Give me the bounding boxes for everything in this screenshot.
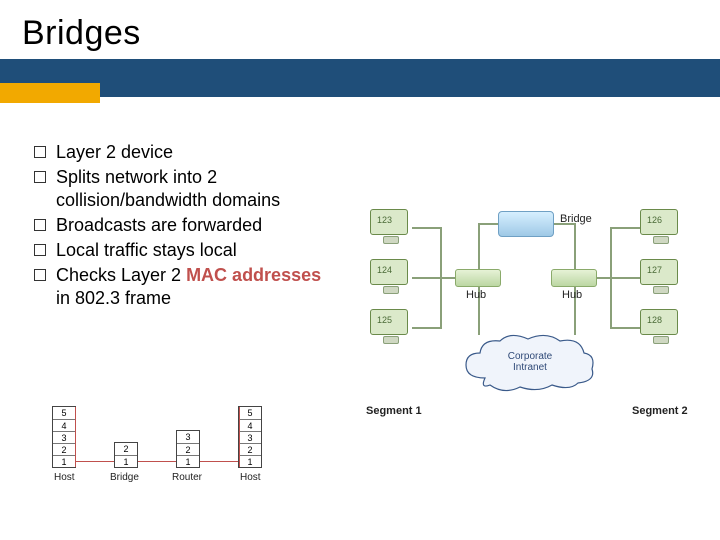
- bullet-broadcasts: Broadcasts are forwarded: [34, 214, 334, 237]
- cloud-label-line1: Corporate: [508, 351, 552, 362]
- osi-wire: [239, 407, 240, 467]
- wire: [610, 327, 640, 329]
- pc-127: 127: [640, 259, 682, 297]
- osi-layer-1: 1: [115, 455, 137, 467]
- pc-label: 128: [647, 315, 662, 325]
- wire: [412, 227, 442, 229]
- osi-layer-5: 5: [53, 407, 75, 419]
- wire: [412, 277, 442, 279]
- pc-128: 128: [640, 309, 682, 347]
- wire: [478, 223, 480, 271]
- osi-layer-5: 5: [239, 407, 261, 419]
- osi-label-host-right: Host: [240, 472, 261, 483]
- bridge-label: Bridge: [560, 213, 592, 225]
- osi-wire: [138, 461, 176, 462]
- bullet-mac-prefix: Checks Layer 2: [56, 265, 186, 285]
- title-divider: [0, 59, 720, 97]
- wire: [440, 277, 456, 279]
- bridge-device-icon: [498, 211, 554, 237]
- divider-yellow-accent: [0, 83, 100, 103]
- bullet-mac: Checks Layer 2 MAC addresses in 802.3 fr…: [34, 264, 334, 310]
- wire: [412, 327, 442, 329]
- segment-2-label: Segment 2: [632, 405, 688, 417]
- wire: [478, 223, 498, 225]
- osi-layer-2: 2: [53, 443, 75, 455]
- osi-layer-3: 3: [53, 431, 75, 443]
- pc-label: 125: [377, 315, 392, 325]
- osi-label-bridge: Bridge: [110, 472, 139, 483]
- cloud-label-line2: Intranet: [513, 362, 547, 373]
- osi-wire: [76, 461, 114, 462]
- osi-stack-router: 3 2 1: [176, 430, 200, 468]
- pc-label: 123: [377, 215, 392, 225]
- osi-wire: [75, 407, 76, 467]
- osi-layer-2: 2: [115, 443, 137, 455]
- osi-label-router: Router: [172, 472, 202, 483]
- osi-layer-3: 3: [239, 431, 261, 443]
- osi-layer-3: 3: [177, 431, 199, 443]
- bullet-local: Local traffic stays local: [34, 239, 334, 262]
- divider-blue-bar: [0, 59, 720, 97]
- pc-label: 127: [647, 265, 662, 275]
- pc-125: 125: [370, 309, 412, 347]
- bullet-list: Layer 2 device Splits network into 2 col…: [34, 141, 334, 312]
- osi-diagram: 5 4 3 2 1 2 1 3 2 1 5 4 3 2 1 Host Bridg…: [44, 406, 312, 504]
- wire: [574, 223, 576, 271]
- wire: [610, 227, 640, 229]
- bullet-mac-suffix: in 802.3 frame: [56, 288, 171, 308]
- osi-layer-1: 1: [53, 455, 75, 467]
- cloud-label: Corporate Intranet: [476, 351, 584, 373]
- wire: [596, 277, 612, 279]
- segment-1-label: Segment 1: [366, 405, 422, 417]
- pc-label: 126: [647, 215, 662, 225]
- pc-123: 123: [370, 209, 412, 247]
- osi-layer-4: 4: [53, 419, 75, 431]
- pc-126: 126: [640, 209, 682, 247]
- cloud-icon: Corporate Intranet: [460, 333, 598, 395]
- pc-label: 124: [377, 265, 392, 275]
- bullet-splits: Splits network into 2 collision/bandwidt…: [34, 166, 334, 212]
- osi-layer-2: 2: [239, 443, 261, 455]
- osi-layer-1: 1: [239, 455, 261, 467]
- hub-right-icon: [551, 269, 597, 287]
- hub-right-label: Hub: [562, 289, 582, 301]
- osi-layer-2: 2: [177, 443, 199, 455]
- osi-stack-host-right: 5 4 3 2 1: [238, 406, 262, 468]
- osi-wire: [200, 461, 238, 462]
- osi-stack-bridge: 2 1: [114, 442, 138, 468]
- osi-stack-host-left: 5 4 3 2 1: [52, 406, 76, 468]
- bullet-layer2: Layer 2 device: [34, 141, 334, 164]
- hub-left-icon: [455, 269, 501, 287]
- wire: [610, 277, 640, 279]
- pc-124: 124: [370, 259, 412, 297]
- network-diagram: 123 124 125 126 127 128 Bridge Hub Hub C…: [350, 195, 705, 440]
- osi-label-host-left: Host: [54, 472, 75, 483]
- osi-layer-4: 4: [239, 419, 261, 431]
- bullet-mac-highlight: MAC addresses: [186, 265, 321, 285]
- hub-left-label: Hub: [466, 289, 486, 301]
- osi-layer-1: 1: [177, 455, 199, 467]
- slide-title: Bridges: [0, 0, 720, 59]
